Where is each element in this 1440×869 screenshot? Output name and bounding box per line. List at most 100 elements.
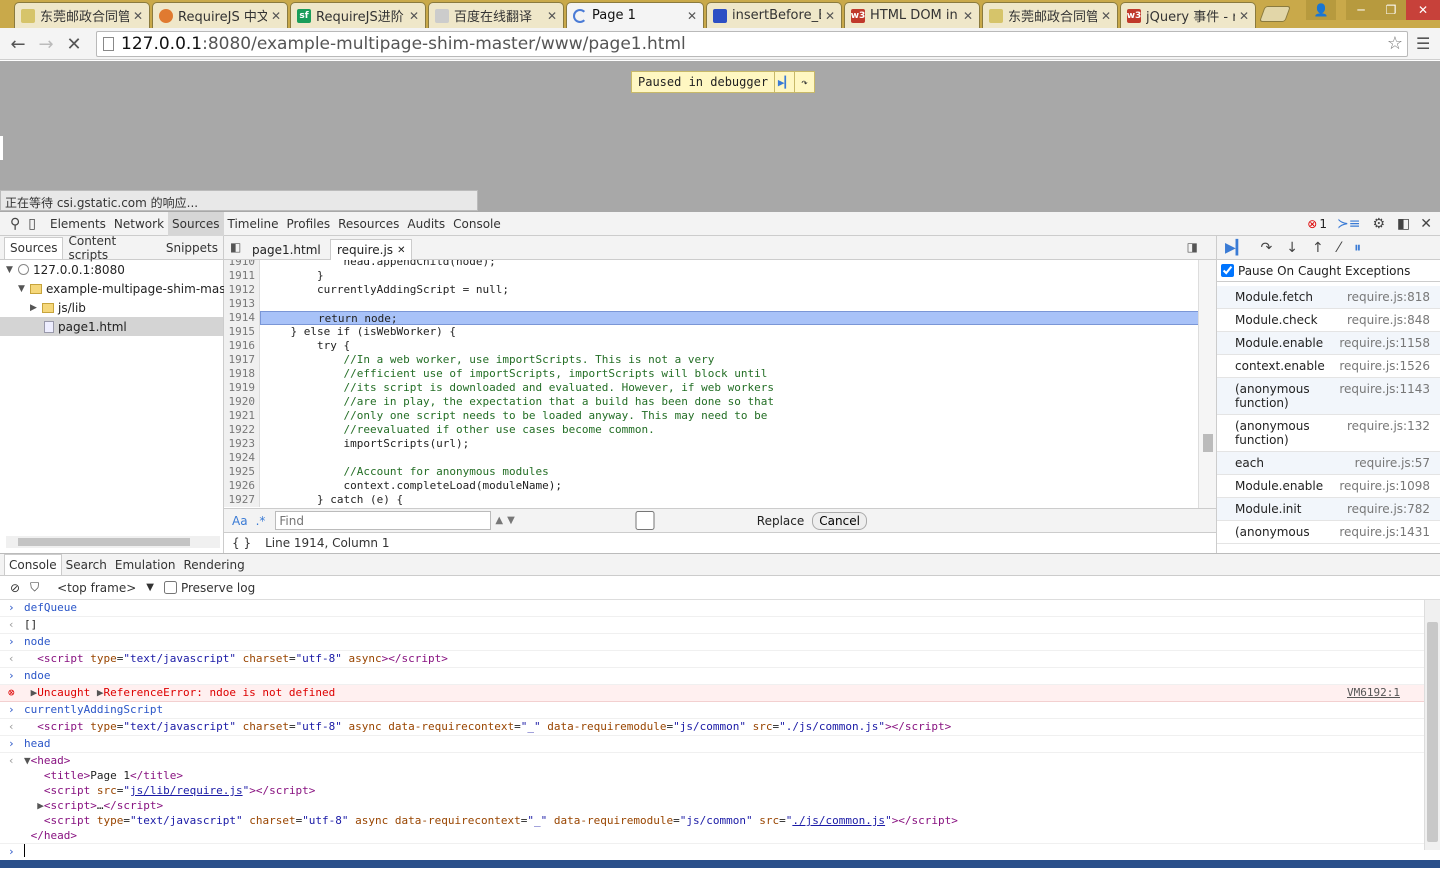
step-out-icon[interactable]: ↑ — [1312, 240, 1324, 256]
new-tab-button[interactable] — [1259, 6, 1291, 22]
browser-tab-active[interactable]: Page 1 ✕ — [566, 2, 704, 28]
code-line[interactable]: 1927 } catch (e) { — [224, 493, 1216, 507]
close-tab-icon[interactable]: ✕ — [397, 245, 405, 256]
code-line[interactable]: 1926 context.completeLoad(moduleName); — [224, 479, 1216, 493]
close-tab-icon[interactable]: ✕ — [271, 9, 281, 23]
find-prev-icon[interactable]: ▲ — [495, 515, 503, 526]
bookmark-star-icon[interactable]: ☆ — [1387, 33, 1403, 54]
line-number[interactable]: 1913 — [224, 297, 260, 311]
line-number[interactable]: 1910 — [224, 260, 260, 269]
script-src-link[interactable]: js/lib/require.js — [130, 784, 243, 797]
drawer-tab-rendering[interactable]: Rendering — [179, 554, 248, 575]
frame-selector[interactable]: <top frame> — [57, 581, 136, 595]
match-case-icon[interactable]: Aa — [232, 514, 248, 528]
code-line[interactable]: 1925 //Account for anonymous modules — [224, 465, 1216, 479]
tree-file-item[interactable]: page1.html — [0, 317, 223, 336]
regex-icon[interactable]: .* — [256, 514, 266, 528]
resume-icon[interactable]: ▶▎ — [1225, 240, 1247, 256]
browser-tab[interactable]: 东莞邮政合同管 ✕ — [982, 2, 1118, 28]
code-line[interactable]: 1920 //are in play, the expectation that… — [224, 395, 1216, 409]
browser-tab[interactable]: 百度在线翻译 ✕ — [428, 2, 564, 28]
tab-profiles[interactable]: Profiles — [283, 212, 335, 236]
close-tab-icon[interactable]: ✕ — [1101, 9, 1111, 23]
line-number[interactable]: 1926 — [224, 479, 260, 493]
pause-exceptions-icon[interactable]: ⏸ — [1354, 240, 1361, 256]
replace-checkbox[interactable] — [536, 511, 753, 530]
line-number[interactable]: 1927 — [224, 493, 260, 507]
settings-gear-icon[interactable]: ⚙ — [1372, 216, 1385, 232]
line-number[interactable]: 1916 — [224, 339, 260, 353]
call-stack-frame[interactable]: (anonymous require.js:1431 — [1217, 521, 1440, 544]
minimize-button[interactable]: ─ — [1346, 0, 1376, 20]
search-icon[interactable]: ⚲ — [10, 216, 20, 232]
scroll-thumb[interactable] — [1427, 622, 1438, 842]
code-line[interactable]: 1916 try { — [224, 339, 1216, 353]
browser-tab[interactable]: w3 HTML DOM in ✕ — [844, 2, 980, 28]
tab-resources[interactable]: Resources — [334, 212, 403, 236]
line-number[interactable]: 1917 — [224, 353, 260, 367]
error-source-link[interactable]: VM6192:1 — [1347, 685, 1400, 700]
line-number[interactable]: 1921 — [224, 409, 260, 423]
forward-button[interactable]: → — [34, 32, 58, 56]
close-devtools-icon[interactable]: ✕ — [1420, 216, 1432, 232]
console-error-line[interactable]: ⊗ ▶Uncaught ▶ReferenceError: ndoe is not… — [0, 685, 1424, 702]
tab-network[interactable]: Network — [110, 212, 168, 236]
tab-elements[interactable]: Elements — [46, 212, 110, 236]
line-number[interactable]: 1915 — [224, 325, 260, 339]
pause-on-caught-row[interactable]: Pause On Caught Exceptions — [1217, 260, 1440, 282]
address-bar[interactable]: 127.0.0.1:8080/example-multipage-shim-ma… — [96, 31, 1408, 57]
line-number[interactable]: 1922 — [224, 423, 260, 437]
scroll-thumb[interactable] — [1203, 434, 1213, 452]
code-area[interactable]: 1910 head.appendChild(node); 1911 } 1912 c… — [224, 260, 1216, 508]
close-tab-icon[interactable]: ✕ — [547, 9, 557, 23]
tab-sources[interactable]: Sources — [168, 211, 224, 236]
code-line[interactable]: 1913 — [224, 297, 1216, 311]
scroll-thumb[interactable] — [18, 538, 190, 546]
close-tab-icon[interactable]: ✕ — [1239, 9, 1249, 23]
nav-tab-snippets[interactable]: Snippets — [161, 237, 223, 259]
step-over-icon[interactable]: ↷ — [794, 72, 814, 92]
close-tab-icon[interactable]: ✕ — [687, 9, 697, 23]
line-number[interactable]: 1925 — [224, 465, 260, 479]
pause-caught-checkbox[interactable] — [1221, 264, 1234, 277]
tab-audits[interactable]: Audits — [403, 212, 449, 236]
code-line[interactable]: 1912 currentlyAddingScript = null; — [224, 283, 1216, 297]
script-src-link[interactable]: ./js/common.js — [792, 814, 885, 827]
line-number[interactable]: 1924 — [224, 451, 260, 465]
line-number[interactable]: 1920 — [224, 395, 260, 409]
call-stack-frame[interactable]: Module.fetch require.js:818 — [1217, 286, 1440, 309]
close-tab-icon[interactable]: ✕ — [133, 9, 143, 23]
expand-triangle-icon[interactable]: ▼ — [18, 284, 30, 294]
nav-tab-sources[interactable]: Sources — [4, 236, 64, 259]
call-stack-frame[interactable]: Module.check require.js:848 — [1217, 309, 1440, 332]
code-line[interactable]: 1911 } — [224, 269, 1216, 283]
code-line[interactable]: 1924 — [224, 451, 1216, 465]
resume-icon[interactable]: ▶▎ — [774, 72, 794, 92]
nav-tab-content-scripts[interactable]: Content scripts — [63, 234, 160, 262]
line-number[interactable]: 1918 — [224, 367, 260, 381]
toggle-debugger-icon[interactable]: ◨ — [1187, 240, 1198, 254]
call-stack-frame[interactable]: (anonymous function) require.js:132 — [1217, 415, 1440, 452]
drawer-tab-console[interactable]: Console — [4, 554, 62, 575]
call-stack-frame[interactable]: (anonymous function) require.js:1143 — [1217, 378, 1440, 415]
browser-tab[interactable]: RequireJS 中文 ✕ — [152, 2, 288, 28]
call-stack-frame[interactable]: Module.init require.js:782 — [1217, 498, 1440, 521]
deactivate-breakpoints-icon[interactable]: ⁄ — [1338, 240, 1340, 256]
close-tab-icon[interactable]: ✕ — [825, 9, 835, 23]
stop-loading-button[interactable]: ✕ — [62, 32, 86, 56]
browser-tab[interactable]: w3 jQuery 事件 - n ✕ — [1120, 2, 1256, 28]
expand-triangle-icon[interactable]: ▼ — [6, 265, 18, 275]
pretty-print-icon[interactable]: { } — [232, 536, 251, 550]
tree-subfolder-item[interactable]: ▶ js/lib — [0, 298, 223, 317]
call-stack-frame[interactable]: each require.js:57 — [1217, 452, 1440, 475]
line-number[interactable]: 1914 — [224, 311, 260, 325]
cancel-button[interactable]: Cancel — [812, 511, 867, 530]
code-line[interactable]: 1922 //reevaluated if other use cases be… — [224, 423, 1216, 437]
back-button[interactable]: ← — [6, 32, 30, 56]
line-number[interactable]: 1911 — [224, 269, 260, 283]
code-line[interactable]: 1915 } else if (isWebWorker) { — [224, 325, 1216, 339]
filter-icon[interactable]: ⛉ — [30, 580, 39, 595]
console-output-line[interactable]: ‹ <script type="text/javascript" charset… — [0, 719, 1424, 736]
code-line[interactable]: 1919 //its script is downloaded and eval… — [224, 381, 1216, 395]
code-line[interactable]: 1923 importScripts(url); — [224, 437, 1216, 451]
